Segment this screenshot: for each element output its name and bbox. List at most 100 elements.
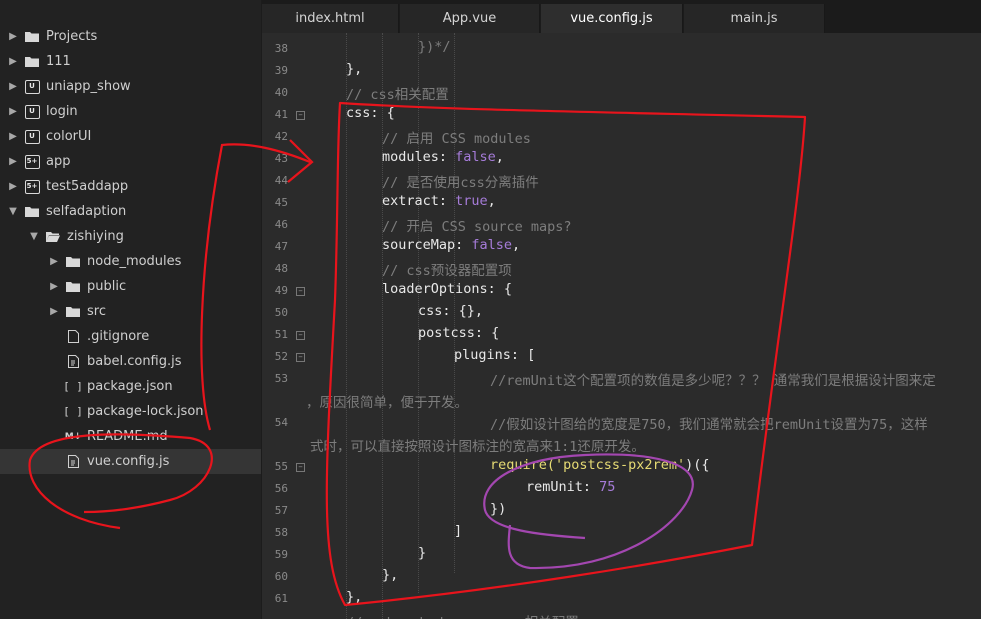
code-key: extract: xyxy=(382,193,456,209)
tab-label: index.html xyxy=(295,11,365,26)
folder-icon xyxy=(24,55,40,69)
code-line-53: //remUnit这个配置项的数值是多少呢？？？ 通常我们是根据设计图来定 xyxy=(490,373,936,389)
code-line-53-wrap: ，原因很简单，便于开发。 xyxy=(306,395,468,411)
tree-item-label: node_modules xyxy=(87,254,182,269)
fold-marker-icon[interactable]: − xyxy=(296,463,305,472)
code-line-58: ] xyxy=(454,523,463,539)
tree-item-label: babel.config.js xyxy=(87,354,182,369)
line-number: 39 xyxy=(274,64,288,77)
chevron-right-icon[interactable]: ▶ xyxy=(47,256,61,267)
chevron-right-icon[interactable]: ▶ xyxy=(47,281,61,292)
tree-item-zishiying[interactable]: ▼ zishiying xyxy=(0,224,261,249)
tree-item-gitignore[interactable]: .gitignore xyxy=(0,324,261,349)
chevron-right-icon[interactable]: ▶ xyxy=(6,81,20,92)
tree-item-label: .gitignore xyxy=(87,329,150,344)
html5plus-icon: 5+ xyxy=(24,179,40,194)
code-key: sourceMap: xyxy=(382,237,472,253)
code-line-62: // webpack-dev-server 相关配置 xyxy=(310,611,579,619)
code-line-47: sourceMap: false, xyxy=(382,237,521,253)
tree-item-readme[interactable]: M↓ README.md xyxy=(0,424,261,449)
tree-item-selfadaption[interactable]: ▼ selfadaption xyxy=(0,199,261,224)
tab-app-vue[interactable]: App.vue xyxy=(400,4,540,33)
code-line-54-wrap: 式时，可以直接按照设计图标注的宽高来1:1还原开发。 xyxy=(310,439,645,455)
line-number: 49 xyxy=(274,284,288,297)
line-number: 44 xyxy=(274,174,288,187)
tree-item-label: README.md xyxy=(87,429,168,444)
tree-item-vue-config[interactable]: vue.config.js xyxy=(0,449,261,474)
tree-item-label: 111 xyxy=(46,54,71,69)
code-line-39: }, xyxy=(346,61,363,77)
chevron-right-icon[interactable]: ▶ xyxy=(6,156,20,167)
tree-item-label: login xyxy=(46,104,78,119)
code-line-46: // 开启 CSS source maps? xyxy=(382,219,572,235)
tab-vue-config-js[interactable]: vue.config.js xyxy=(541,4,683,33)
line-number: 38 xyxy=(274,42,288,55)
chevron-right-icon[interactable]: ▶ xyxy=(6,131,20,142)
tree-item-login[interactable]: ▶ U login xyxy=(0,99,261,124)
code-line-48: // css预设器配置项 xyxy=(382,263,512,279)
uniapp-icon: U xyxy=(24,79,40,94)
folder-icon xyxy=(65,255,81,269)
line-number: 43 xyxy=(274,152,288,165)
code-line-54: //假如设计图给的宽度是750，我们通常就会把remUnit设置为75，这样 xyxy=(490,417,928,433)
tree-item-111[interactable]: ▶ 111 xyxy=(0,49,261,74)
tree-item-label: public xyxy=(87,279,127,294)
tree-item-uniapp-show[interactable]: ▶ U uniapp_show xyxy=(0,74,261,99)
fold-marker-icon[interactable]: − xyxy=(296,353,305,362)
tree-item-label: selfadaption xyxy=(46,204,127,219)
tree-item-label: colorUI xyxy=(46,129,92,144)
tab-main-js[interactable]: main.js xyxy=(684,4,825,33)
chevron-down-icon[interactable]: ▼ xyxy=(27,231,41,242)
tab-index-html[interactable]: index.html xyxy=(262,4,399,33)
fold-marker-icon[interactable]: − xyxy=(296,111,305,120)
file-icon xyxy=(65,330,81,344)
tree-item-node-modules[interactable]: ▶ node_modules xyxy=(0,249,261,274)
chevron-right-icon[interactable]: ▶ xyxy=(6,56,20,67)
project-explorer: ▶ Projects ▶ 111 ▶ U uniapp_show ▶ U log… xyxy=(0,0,262,619)
tree-item-app[interactable]: ▶ 5+ app xyxy=(0,149,261,174)
tab-label: vue.config.js xyxy=(570,11,653,26)
code-line-61: }, xyxy=(346,589,363,605)
tab-label: main.js xyxy=(730,11,778,26)
code-punct: )({ xyxy=(685,457,710,473)
tree-item-src[interactable]: ▶ src xyxy=(0,299,261,324)
line-number: 61 xyxy=(274,592,288,605)
tree-item-label: vue.config.js xyxy=(87,454,170,469)
code-line-49: loaderOptions: { xyxy=(382,281,513,297)
chevron-right-icon[interactable]: ▶ xyxy=(47,306,61,317)
uniapp-icon: U xyxy=(24,129,40,144)
tree-item-label: package.json xyxy=(87,379,173,394)
code-line-42: // 启用 CSS modules xyxy=(382,131,531,147)
json-file-icon: [ ] xyxy=(63,405,83,418)
tree-item-label: zishiying xyxy=(67,229,124,244)
chevron-right-icon[interactable]: ▶ xyxy=(6,106,20,117)
tree-item-babel-config[interactable]: babel.config.js xyxy=(0,349,261,374)
line-number: 58 xyxy=(274,526,288,539)
chevron-right-icon[interactable]: ▶ xyxy=(6,181,20,192)
line-number: 51 xyxy=(274,328,288,341)
code-boolean: true xyxy=(455,193,488,209)
code-line-45: extract: true, xyxy=(382,193,496,209)
line-number: 50 xyxy=(274,306,288,319)
chevron-down-icon[interactable]: ▼ xyxy=(6,206,20,217)
fold-marker-icon[interactable]: − xyxy=(296,287,305,296)
line-number: 56 xyxy=(274,482,288,495)
fold-marker-icon[interactable]: − xyxy=(296,331,305,340)
tree-item-test5addapp[interactable]: ▶ 5+ test5addapp xyxy=(0,174,261,199)
code-line-41: css: { xyxy=(346,105,395,121)
tree-item-label: uniapp_show xyxy=(46,79,131,94)
line-number: 41 xyxy=(274,108,288,121)
markdown-file-icon: M↓ xyxy=(64,431,82,442)
tree-item-colorui[interactable]: ▶ U colorUI xyxy=(0,124,261,149)
tree-item-package-lock-json[interactable]: [ ] package-lock.json xyxy=(0,399,261,424)
code-function: require( xyxy=(490,457,556,473)
tree-item-projects[interactable]: ▶ Projects xyxy=(0,24,261,49)
chevron-right-icon[interactable]: ▶ xyxy=(6,31,20,42)
code-line-60: }, xyxy=(382,567,399,583)
tree-item-public[interactable]: ▶ public xyxy=(0,274,261,299)
tree-item-package-json[interactable]: [ ] package.json xyxy=(0,374,261,399)
line-number: 53 xyxy=(274,372,288,385)
line-number: 59 xyxy=(274,548,288,561)
code-editor[interactable]: 38 39 40 41 42 43 44 45 46 47 48 49 50 5… xyxy=(262,33,981,619)
code-key: modules: xyxy=(382,149,456,165)
